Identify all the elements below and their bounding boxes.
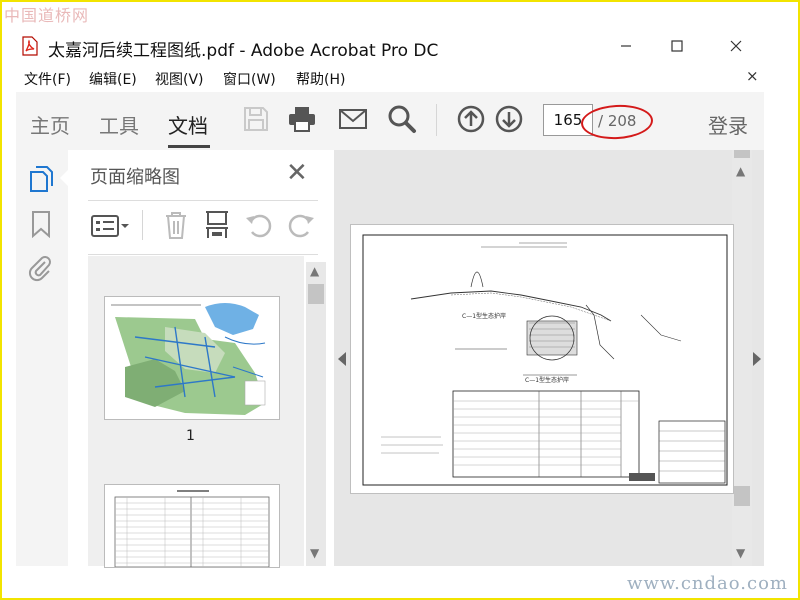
thumbnail-scrollbar[interactable] — [306, 262, 326, 566]
tab-home[interactable]: 主页 — [30, 110, 70, 139]
thumbnail-scroll-thumb[interactable] — [308, 284, 324, 304]
page-thumbnail[interactable] — [104, 484, 280, 568]
delete-page-icon[interactable] — [162, 210, 190, 240]
tab-tools[interactable]: 工具 — [99, 110, 139, 139]
drawing-label-profile: C—1型生态护岸 — [462, 313, 507, 320]
panel-tool-separator — [142, 210, 143, 240]
menu-view[interactable]: 视图(V) — [155, 69, 204, 89]
close-window-button[interactable] — [714, 34, 758, 60]
engineering-drawing — [362, 234, 728, 486]
prev-page-icon[interactable] — [455, 103, 487, 135]
watermark-top: 中国道桥网 — [4, 6, 90, 25]
panel-close-button[interactable]: ✕ — [286, 158, 308, 188]
document-scroll-thumb[interactable] — [734, 486, 750, 506]
expand-right-pane-icon[interactable] — [752, 352, 762, 366]
panel-divider-2 — [88, 254, 318, 255]
menu-help[interactable]: 帮助(H) — [296, 69, 345, 89]
panel-divider — [88, 200, 318, 201]
watermark-bottom: www.cndao.com — [627, 573, 788, 594]
tab-document[interactable]: 文档 — [168, 110, 208, 139]
scroll-up-icon[interactable]: ▲ — [310, 264, 319, 278]
toolbar-separator — [436, 104, 437, 136]
drawing-label-table: C—1型生态护岸 — [525, 377, 570, 384]
doc-scroll-up-icon[interactable]: ▲ — [736, 164, 745, 178]
close-document-button[interactable]: × — [746, 67, 759, 85]
panel-title: 页面缩略图 — [90, 167, 180, 188]
minimize-icon — [621, 45, 631, 47]
window-title: 太嘉河后续工程图纸.pdf - Adobe Acrobat Pro DC — [48, 41, 439, 61]
document-scroll-top-thumb[interactable] — [734, 150, 750, 158]
thumbnail-page-label: 1 — [186, 428, 195, 444]
map-thumbnail-image — [105, 297, 279, 419]
email-icon[interactable] — [337, 103, 369, 135]
login-button[interactable]: 登录 — [708, 110, 748, 139]
table-thumbnail-image — [105, 485, 279, 567]
maximize-button[interactable] — [655, 34, 699, 60]
maximize-icon — [671, 40, 683, 52]
page-thumbnail[interactable] — [104, 296, 280, 420]
rotate-left-icon[interactable] — [244, 210, 274, 240]
next-page-icon[interactable] — [493, 103, 525, 135]
bookmark-icon[interactable] — [28, 210, 54, 238]
minimize-button[interactable] — [604, 34, 648, 60]
active-tab-indicator — [168, 145, 210, 148]
rotate-right-icon[interactable] — [286, 210, 316, 240]
menu-file[interactable]: 文件(F) — [24, 69, 71, 89]
document-page — [350, 224, 734, 494]
print-icon[interactable] — [286, 103, 318, 135]
thumbnail-options-icon[interactable] — [90, 212, 130, 240]
scroll-down-icon[interactable]: ▼ — [310, 546, 319, 560]
save-icon[interactable] — [240, 103, 272, 135]
close-icon — [730, 40, 742, 52]
attachment-icon[interactable] — [27, 254, 53, 282]
page-thumbnails-icon[interactable] — [28, 165, 54, 193]
collapse-left-pane-icon[interactable] — [337, 352, 347, 366]
menu-edit[interactable]: 编辑(E) — [89, 69, 137, 89]
pdf-file-icon — [22, 36, 38, 56]
crop-page-icon[interactable] — [202, 210, 232, 240]
search-icon[interactable] — [386, 103, 418, 135]
doc-scroll-down-icon[interactable]: ▼ — [736, 546, 745, 560]
menu-window[interactable]: 窗口(W) — [223, 69, 276, 89]
